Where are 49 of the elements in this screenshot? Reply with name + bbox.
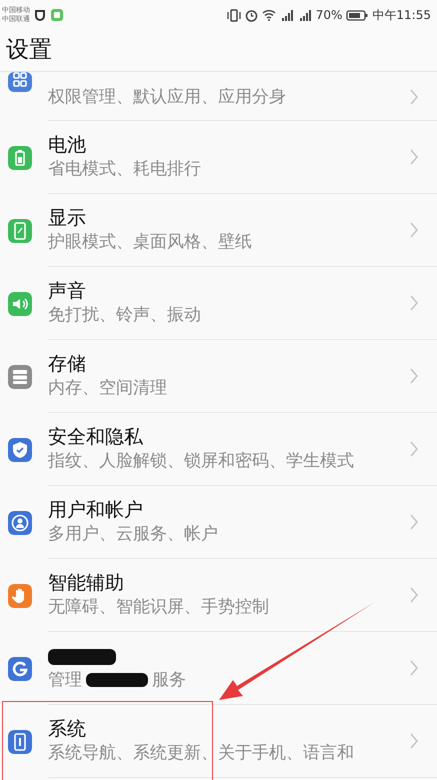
chevron-right-icon — [409, 441, 419, 457]
item-subtitle: 省电模式、耗电排行 — [48, 158, 202, 181]
signal-icon — [298, 9, 312, 21]
item-title: 用户和帐户 — [48, 498, 144, 522]
item-subtitle: 系统导航、系统更新、关于手机、语言和 — [48, 742, 355, 765]
item-title: 智能辅助 — [48, 571, 125, 595]
item-subtitle: 护眼模式、桌面风格、壁纸 — [48, 231, 253, 254]
item-title: 声音 — [48, 279, 87, 303]
settings-item[interactable]: 显示 护眼模式、桌面风格、壁纸 — [0, 194, 437, 267]
item-subtitle: 服务 — [152, 669, 186, 692]
item-title: 存储 — [48, 352, 87, 376]
item-title: 系统 — [48, 717, 87, 741]
vibrate-icon — [226, 8, 241, 22]
item-title: 安全和隐私 — [48, 425, 144, 449]
chevron-right-icon — [409, 89, 419, 105]
chevron-right-icon — [409, 660, 419, 676]
chevron-right-icon — [409, 733, 419, 749]
page-title: 设置 — [6, 36, 52, 66]
chevron-right-icon — [409, 222, 419, 238]
chevron-right-icon — [409, 149, 419, 165]
chevron-right-icon — [409, 587, 419, 603]
settings-item[interactable]: 智能辅助 无障碍、智能识屏、手势控制 — [0, 559, 437, 632]
settings-item[interactable]: 存储 内存、空间清理 — [0, 340, 437, 413]
item-subtitle: 内存、空间清理 — [48, 377, 168, 400]
item-subtitle: 多用户、云服务、帐户 — [48, 523, 219, 546]
alarm-icon — [244, 8, 258, 22]
item-title: 电池 — [48, 133, 87, 157]
item-subtitle: 无障碍、智能识屏、手势控制 — [48, 596, 270, 619]
redaction-mark — [86, 673, 148, 687]
notification-icon — [34, 9, 46, 21]
settings-item[interactable]: 声音 免打扰、铃声、振动 — [0, 267, 437, 340]
wifi-icon — [262, 9, 276, 21]
item-subtitle: 管理 — [48, 669, 82, 692]
settings-item[interactable]: 系统 系统导航、系统更新、关于手机、语言和 — [0, 705, 437, 778]
item-subtitle: 免打扰、铃声、振动 — [48, 304, 202, 327]
settings-item[interactable]: 电池 省电模式、耗电排行 — [0, 121, 437, 194]
item-subtitle: 权限管理、默认应用、应用分身 — [48, 86, 287, 109]
chevron-right-icon — [409, 368, 419, 384]
settings-item[interactable]: 安全和隐私 指纹、人脸解锁、锁屏和密码、学生模式 — [0, 413, 437, 486]
signal-icon — [280, 9, 294, 21]
settings-item[interactable]: 用户和帐户 多用户、云服务、帐户 — [0, 486, 437, 559]
status-time: 中午11:55 — [372, 7, 431, 24]
chevron-right-icon — [409, 295, 419, 311]
battery-percent: 70% — [316, 7, 342, 24]
chevron-right-icon — [409, 514, 419, 530]
battery-icon — [346, 9, 368, 21]
item-title: 显示 — [48, 206, 87, 230]
item-subtitle: 指纹、人脸解锁、锁屏和密码、学生模式 — [48, 450, 355, 473]
app-notification-icon — [50, 8, 64, 22]
